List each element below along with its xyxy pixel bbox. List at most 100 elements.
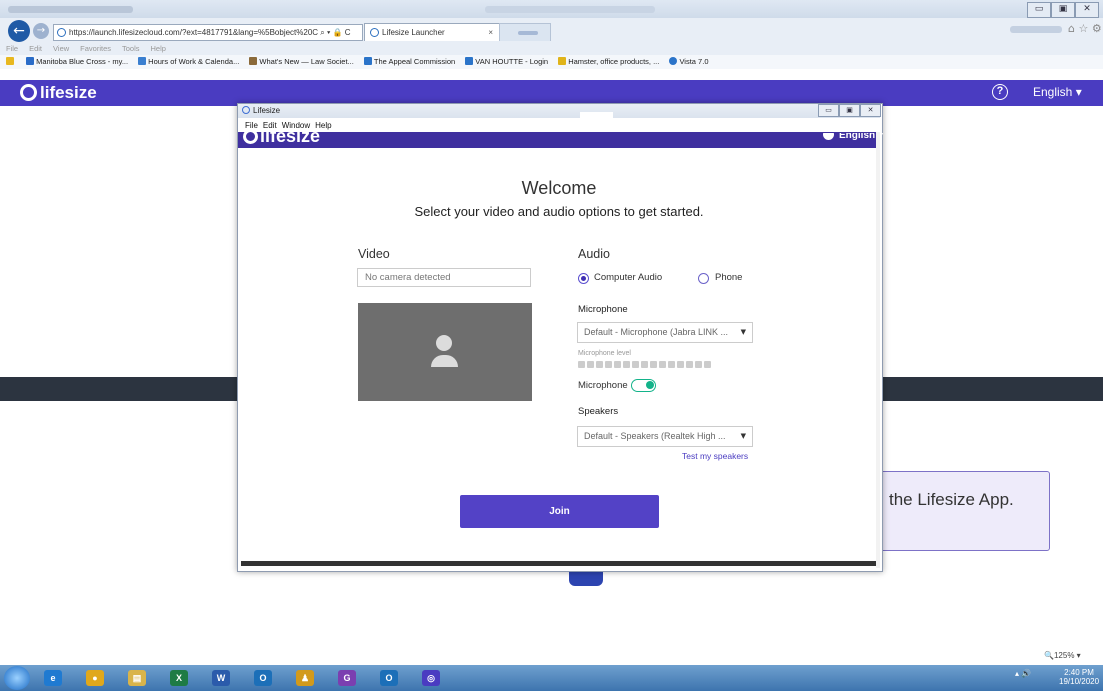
- address-bar[interactable]: https://launch.lifesizecloud.com/?ext=48…: [53, 24, 363, 41]
- menu-tools[interactable]: Tools: [122, 44, 140, 53]
- microphone-label: Microphone: [578, 304, 628, 315]
- audio-label: Audio: [578, 247, 610, 261]
- app-minimize-button[interactable]: ▭: [818, 104, 839, 117]
- mic-level-segment: [668, 361, 675, 368]
- launch-app-box[interactable]: [872, 471, 1050, 551]
- microphone-level-label: Microphone level: [578, 350, 631, 357]
- app-menubar: File Edit Window Help: [238, 119, 880, 132]
- welcome-heading: Welcome: [521, 178, 597, 198]
- app-menu-window[interactable]: Window: [282, 121, 310, 130]
- app-window-controls: ▭ ▣ ✕: [818, 104, 881, 117]
- launch-app-text: the Lifesize App.: [889, 490, 1014, 509]
- lifesize-logo: lifesize: [20, 82, 97, 104]
- titlebar-blur: [8, 6, 133, 13]
- microphone-toggle-label: Microphone: [578, 380, 628, 391]
- welcome-subtitle: Select your video and audio options to g…: [414, 204, 704, 219]
- address-url: https://launch.lifesizecloud.com/?ext=48…: [69, 28, 319, 37]
- taskbar-lifesize-icon[interactable]: ◎: [414, 667, 448, 689]
- favorites-bar: Manitoba Blue Cross - my... Hours of Wor…: [0, 55, 1103, 69]
- taskbar-people-icon[interactable]: ♟: [288, 667, 322, 689]
- microphone-level-meter: [578, 361, 711, 368]
- browser-window-controls: ▭ ▣ ✕: [1027, 2, 1099, 18]
- computer-audio-radio[interactable]: [578, 273, 589, 284]
- test-speakers-link[interactable]: Test my speakers: [682, 451, 748, 461]
- menu-file[interactable]: File: [6, 44, 18, 53]
- minimize-button[interactable]: ▭: [1027, 2, 1051, 18]
- favorite-link[interactable]: Manitoba Blue Cross - my...: [26, 55, 128, 69]
- zoom-level[interactable]: 🔍125% ▾: [1044, 651, 1081, 660]
- app-maximize-button[interactable]: ▣: [839, 104, 860, 117]
- favorite-link[interactable]: The Appeal Commission: [363, 55, 455, 69]
- mic-level-segment: [596, 361, 603, 368]
- taskbar-chrome-icon[interactable]: ●: [78, 667, 112, 689]
- tab-close-icon[interactable]: ×: [488, 24, 493, 41]
- taskbar-pdf-app-icon[interactable]: G: [330, 667, 364, 689]
- new-tab[interactable]: [499, 23, 551, 41]
- mic-level-segment: [605, 361, 612, 368]
- titlebar-gap: [580, 112, 613, 124]
- start-button[interactable]: [4, 666, 30, 690]
- lifesize-logo-icon: [20, 84, 37, 101]
- microphone-select[interactable]: Default - Microphone (Jabra LINK ... ▼: [577, 322, 753, 343]
- app-close-button[interactable]: ✕: [860, 104, 881, 117]
- phone-radio[interactable]: [698, 273, 709, 284]
- mic-level-segment: [578, 361, 585, 368]
- app-menu-edit[interactable]: Edit: [263, 121, 277, 130]
- mic-level-segment: [632, 361, 639, 368]
- computer-audio-label[interactable]: Computer Audio: [594, 272, 662, 283]
- close-button[interactable]: ✕: [1075, 2, 1099, 18]
- tray-icons[interactable]: ▴ 🔊: [1015, 669, 1031, 678]
- clock[interactable]: 2:40 PM 19/10/2020: [1059, 668, 1099, 686]
- app-menu-help[interactable]: Help: [315, 121, 331, 130]
- mic-level-segment: [704, 361, 711, 368]
- taskbar-file-explorer-icon[interactable]: ▤: [120, 667, 154, 689]
- lifesize-app-icon: [242, 106, 250, 114]
- mic-level-segment: [686, 361, 693, 368]
- app-titlebar: Lifesize: [238, 104, 880, 118]
- app-menu-file[interactable]: File: [245, 121, 258, 130]
- favorite-link[interactable]: Hamster, office products, ...: [558, 55, 659, 69]
- favorite-link[interactable]: VAN HOUTTE - Login: [465, 55, 548, 69]
- app-bottom-bar: [241, 561, 876, 566]
- taskbar-internet-explorer-icon[interactable]: e: [36, 667, 70, 689]
- mic-level-segment: [614, 361, 621, 368]
- help-icon[interactable]: ?: [992, 84, 1008, 100]
- mic-level-segment: [677, 361, 684, 368]
- site-icon: [57, 28, 66, 37]
- favorites-star-icon[interactable]: [6, 55, 16, 69]
- speakers-select[interactable]: Default - Speakers (Realtek High ... ▼: [577, 426, 753, 447]
- home-star-gear-icons[interactable]: ⌂ ☆ ⚙: [1068, 22, 1102, 35]
- microphone-toggle[interactable]: [631, 379, 656, 392]
- mic-level-segment: [650, 361, 657, 368]
- blurred-tab: [1010, 26, 1062, 33]
- maximize-button[interactable]: ▣: [1051, 2, 1075, 18]
- taskbar-word-icon[interactable]: W: [204, 667, 238, 689]
- camera-select[interactable]: No camera detected: [357, 268, 531, 287]
- favorite-link[interactable]: What's New — Law Societ...: [249, 55, 354, 69]
- forward-button[interactable]: →: [33, 23, 49, 39]
- video-preview: [358, 303, 532, 401]
- taskbar-outlook-2-icon[interactable]: O: [372, 667, 406, 689]
- phone-label[interactable]: Phone: [715, 272, 742, 283]
- menu-edit[interactable]: Edit: [29, 44, 42, 53]
- favorite-link[interactable]: Hours of Work & Calenda...: [138, 55, 239, 69]
- menu-view[interactable]: View: [53, 44, 69, 53]
- address-icons: ⌕ ▾ 🔒 C: [320, 28, 351, 37]
- titlebar-blur: [485, 6, 655, 13]
- browser-menubar: File Edit View Favorites Tools Help: [0, 43, 1103, 55]
- chevron-down-icon: ▼: [740, 328, 746, 336]
- app-header: [238, 132, 876, 148]
- tab-lifesize-launcher[interactable]: Lifesize Launcher ×: [364, 23, 500, 41]
- taskbar-outlook-icon[interactable]: O: [246, 667, 280, 689]
- menu-help[interactable]: Help: [151, 44, 166, 53]
- taskbar-excel-icon[interactable]: X: [162, 667, 196, 689]
- lifesize-tab-icon: [370, 28, 379, 37]
- back-button[interactable]: ←: [8, 20, 30, 42]
- chevron-down-icon: ▼: [740, 432, 746, 440]
- menu-favorites[interactable]: Favorites: [80, 44, 111, 53]
- language-selector[interactable]: English ▾: [1033, 84, 1082, 100]
- tab-title: Lifesize Launcher: [382, 28, 445, 37]
- favorite-link[interactable]: Vista 7.0: [669, 55, 709, 69]
- join-button[interactable]: Join: [460, 495, 659, 528]
- mic-level-segment: [641, 361, 648, 368]
